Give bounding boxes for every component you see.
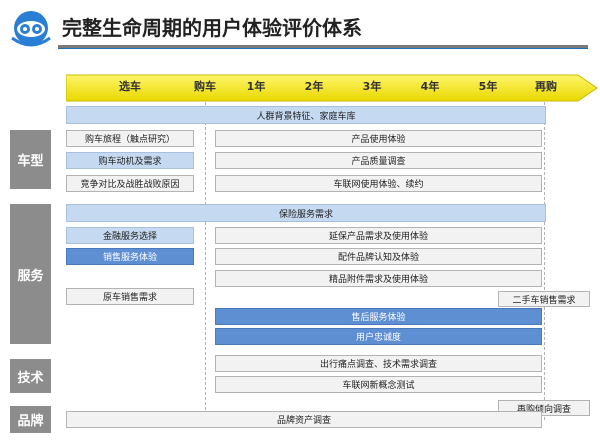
timeline-tick-year1: 1年: [246, 80, 266, 93]
page-title: 完整生命周期的用户体验评价体系: [62, 16, 362, 40]
bar-crowd-background: 人群背景特征、家庭车库: [66, 106, 546, 124]
bar-finance-selection: 金融服务选择: [66, 227, 194, 244]
timeline-tick-repurchase: 再购: [535, 80, 557, 93]
repurchase-divider: [544, 102, 545, 420]
category-service: 服务: [10, 204, 51, 344]
bar-extended-warranty: 延保产品需求及使用体验: [215, 227, 542, 244]
timeline-tick-purchase: 购车: [194, 80, 216, 93]
bar-parts-brand: 配件品牌认知及体验: [215, 248, 542, 265]
timeline-tick-year4: 4年: [420, 80, 440, 93]
timeline-tick-select: 选车: [119, 80, 141, 93]
bar-connected-concept: 车联网新概念测试: [215, 376, 542, 393]
purchase-divider: [205, 102, 206, 420]
bar-competitor-compare: 竞争对比及战胜战败原因: [66, 175, 194, 192]
bar-sales-experience: 销售服务体验: [66, 248, 194, 265]
bar-purchase-motive: 购车动机及需求: [66, 152, 194, 169]
category-model: 车型: [10, 130, 51, 189]
title-underline-accent: [58, 48, 588, 49]
bar-loyalty: 用户忠诚度: [215, 328, 542, 345]
bar-connected-car-usage: 车联网使用体验、续约: [215, 175, 542, 192]
bar-product-experience: 产品使用体验: [215, 130, 542, 147]
timeline-tick-year2: 2年: [304, 80, 324, 93]
bar-second-hand-sales: 二手车销售需求: [498, 291, 590, 307]
category-tech: 技术: [10, 359, 51, 393]
bar-insurance-needs: 保险服务需求: [66, 204, 546, 222]
timeline-tick-year3: 3年: [362, 80, 382, 93]
timeline-tick-year5: 5年: [478, 80, 498, 93]
bar-oem-used-car: 原车销售需求: [66, 288, 194, 305]
bar-accessories: 精品附件需求及使用体验: [215, 270, 542, 287]
bar-pain-points: 出行痛点调查、技术需求调查: [215, 355, 542, 372]
bar-purchase-journey: 购车旅程（触点研究）: [66, 130, 194, 147]
eye-logo-icon: [11, 11, 51, 47]
bar-quality-survey: 产品质量调查: [215, 152, 542, 169]
category-brand: 品牌: [10, 406, 51, 433]
bar-after-sales: 售后服务体验: [215, 308, 542, 325]
bar-brand-asset: 品牌资产调查: [66, 411, 542, 428]
